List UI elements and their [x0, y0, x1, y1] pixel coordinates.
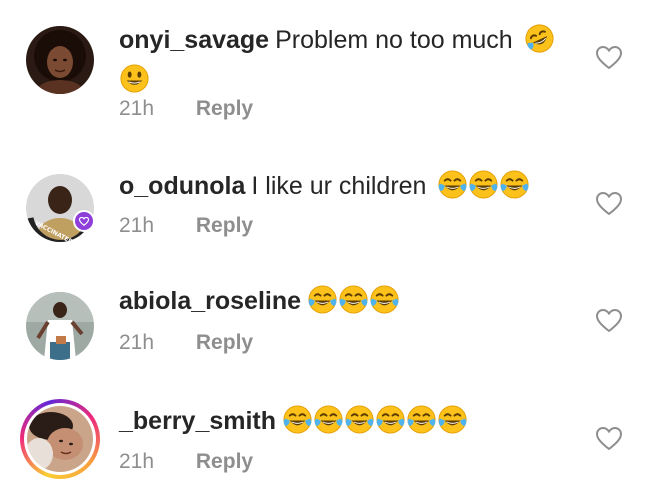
profile-photo-woman-icon [26, 26, 94, 94]
comment-username[interactable]: onyi_savage [119, 26, 269, 54]
comment-body: Problem no too much [275, 26, 513, 54]
face-with-tears-of-joy-icon [375, 404, 406, 435]
comment-item: VACCINATED o_odunola I like ur children 2… [0, 150, 661, 260]
smiling-face-icon [119, 63, 150, 94]
reply-button[interactable]: Reply [196, 450, 253, 473]
comment-username[interactable]: abiola_roseline [119, 287, 301, 315]
comment-username[interactable]: _berry_smith [119, 407, 276, 435]
face-with-tears-of-joy-icon [437, 169, 468, 200]
face-with-tears-of-joy-icon [307, 284, 338, 315]
comment-item: _berry_smith 21h Reply [0, 385, 661, 502]
face-with-tears-of-joy-icon [524, 23, 555, 54]
heart-icon[interactable] [596, 192, 622, 216]
comment-meta: 21h Reply [119, 448, 253, 476]
reply-button[interactable]: Reply [196, 214, 253, 237]
face-with-tears-of-joy-icon [437, 404, 468, 435]
comment-text: abiola_roseline [119, 281, 581, 321]
avatar-story-ring[interactable] [20, 399, 100, 479]
comment-timestamp: 21h [119, 214, 155, 237]
face-with-tears-of-joy-icon [313, 404, 344, 435]
comment-timestamp: 21h [119, 331, 155, 354]
heart-icon[interactable] [596, 309, 622, 333]
face-with-tears-of-joy-icon [282, 404, 313, 435]
avatar[interactable] [26, 26, 94, 94]
profile-photo-woman-standing-icon [26, 292, 94, 360]
face-with-tears-of-joy-icon [499, 169, 530, 200]
face-with-tears-of-joy-icon [468, 169, 499, 200]
comment-item: abiola_roseline 21h Reply [0, 265, 661, 380]
comment-text: _berry_smith [119, 401, 581, 441]
comment-item: onyi_savage Problem no too much 21h Reply [0, 0, 661, 130]
heart-icon[interactable] [596, 46, 622, 70]
comment-meta: 21h Reply [119, 95, 253, 123]
face-with-tears-of-joy-icon [344, 404, 375, 435]
reply-button[interactable]: Reply [196, 331, 253, 354]
face-with-tears-of-joy-icon [369, 284, 400, 315]
reply-button[interactable]: Reply [196, 97, 253, 120]
comment-body: I like ur children [251, 172, 427, 200]
comment-timestamp: 21h [119, 97, 155, 120]
comment-meta: 21h Reply [119, 212, 253, 240]
profile-photo-story-ring-icon [27, 406, 93, 472]
face-with-tears-of-joy-icon [338, 284, 369, 315]
avatar[interactable] [26, 292, 94, 360]
comment-text: o_odunola I like ur children [119, 166, 581, 206]
badge-heart-icon [73, 210, 95, 232]
comment-text: onyi_savage Problem no too much [119, 20, 581, 100]
face-with-tears-of-joy-icon [406, 404, 437, 435]
comment-meta: 21h Reply [119, 329, 253, 357]
comment-username[interactable]: o_odunola [119, 172, 245, 200]
avatar[interactable]: VACCINATED [26, 174, 95, 242]
heart-icon[interactable] [596, 427, 622, 451]
comment-timestamp: 21h [119, 450, 155, 473]
